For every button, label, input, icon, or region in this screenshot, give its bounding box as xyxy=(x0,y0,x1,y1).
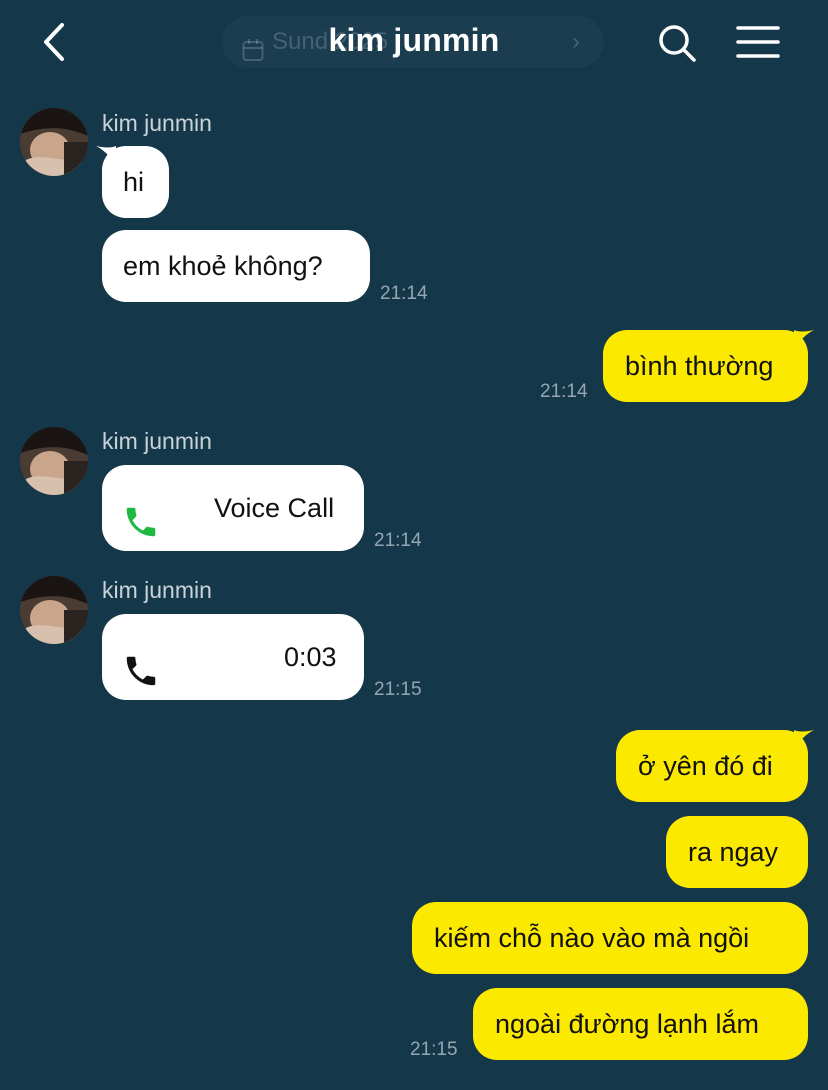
phone-icon xyxy=(122,489,160,575)
search-icon xyxy=(659,25,696,62)
message-text: kiếm chỗ nào vào mà ngồi xyxy=(434,923,750,953)
message-bubble[interactable]: ra ngay xyxy=(666,816,808,888)
call-duration-bubble[interactable]: 0:03 xyxy=(102,614,364,700)
message-timestamp: 21:15 xyxy=(410,1039,458,1060)
avatar[interactable] xyxy=(20,576,88,644)
chat-title: kim junmin xyxy=(328,22,500,58)
voice-call-bubble[interactable]: Voice Call xyxy=(102,465,364,551)
menu-button[interactable] xyxy=(736,24,780,60)
message-timestamp: 21:14 xyxy=(540,381,588,402)
phone-icon xyxy=(122,638,160,724)
sender-name: kim junmin xyxy=(102,110,212,136)
message-bubble[interactable]: em khoẻ không? xyxy=(102,230,370,302)
message-text: bình thường xyxy=(625,351,774,381)
hamburger-menu-icon xyxy=(736,26,780,58)
avatar[interactable] xyxy=(20,427,88,495)
message-text: hi xyxy=(123,167,145,197)
message-text: ở yên đó đi xyxy=(638,751,773,781)
search-button[interactable] xyxy=(656,22,698,64)
sender-name: kim junmin xyxy=(102,577,212,603)
call-duration: 0:03 xyxy=(284,642,337,672)
sender-name: kim junmin xyxy=(102,428,212,454)
message-timestamp: 21:14 xyxy=(380,283,428,304)
message-bubble[interactable]: ngoài đường lạnh lắm xyxy=(473,988,808,1060)
message-timestamp: 21:14 xyxy=(374,530,422,551)
message-text: ngoài đường lạnh lắm xyxy=(495,1009,759,1039)
chat-header: Sund 2025 › kim junmin xyxy=(0,0,828,88)
avatar[interactable] xyxy=(20,108,88,176)
message-bubble[interactable]: kiếm chỗ nào vào mà ngồi xyxy=(412,902,808,974)
call-label: Voice Call xyxy=(214,493,335,523)
message-bubble[interactable]: hi xyxy=(102,146,169,218)
message-timestamp: 21:15 xyxy=(374,679,422,700)
message-bubble[interactable]: bình thường xyxy=(603,330,808,402)
message-text: em khoẻ không? xyxy=(123,251,323,281)
message-text: ra ngay xyxy=(688,837,779,867)
message-bubble[interactable]: ở yên đó đi xyxy=(616,730,808,802)
